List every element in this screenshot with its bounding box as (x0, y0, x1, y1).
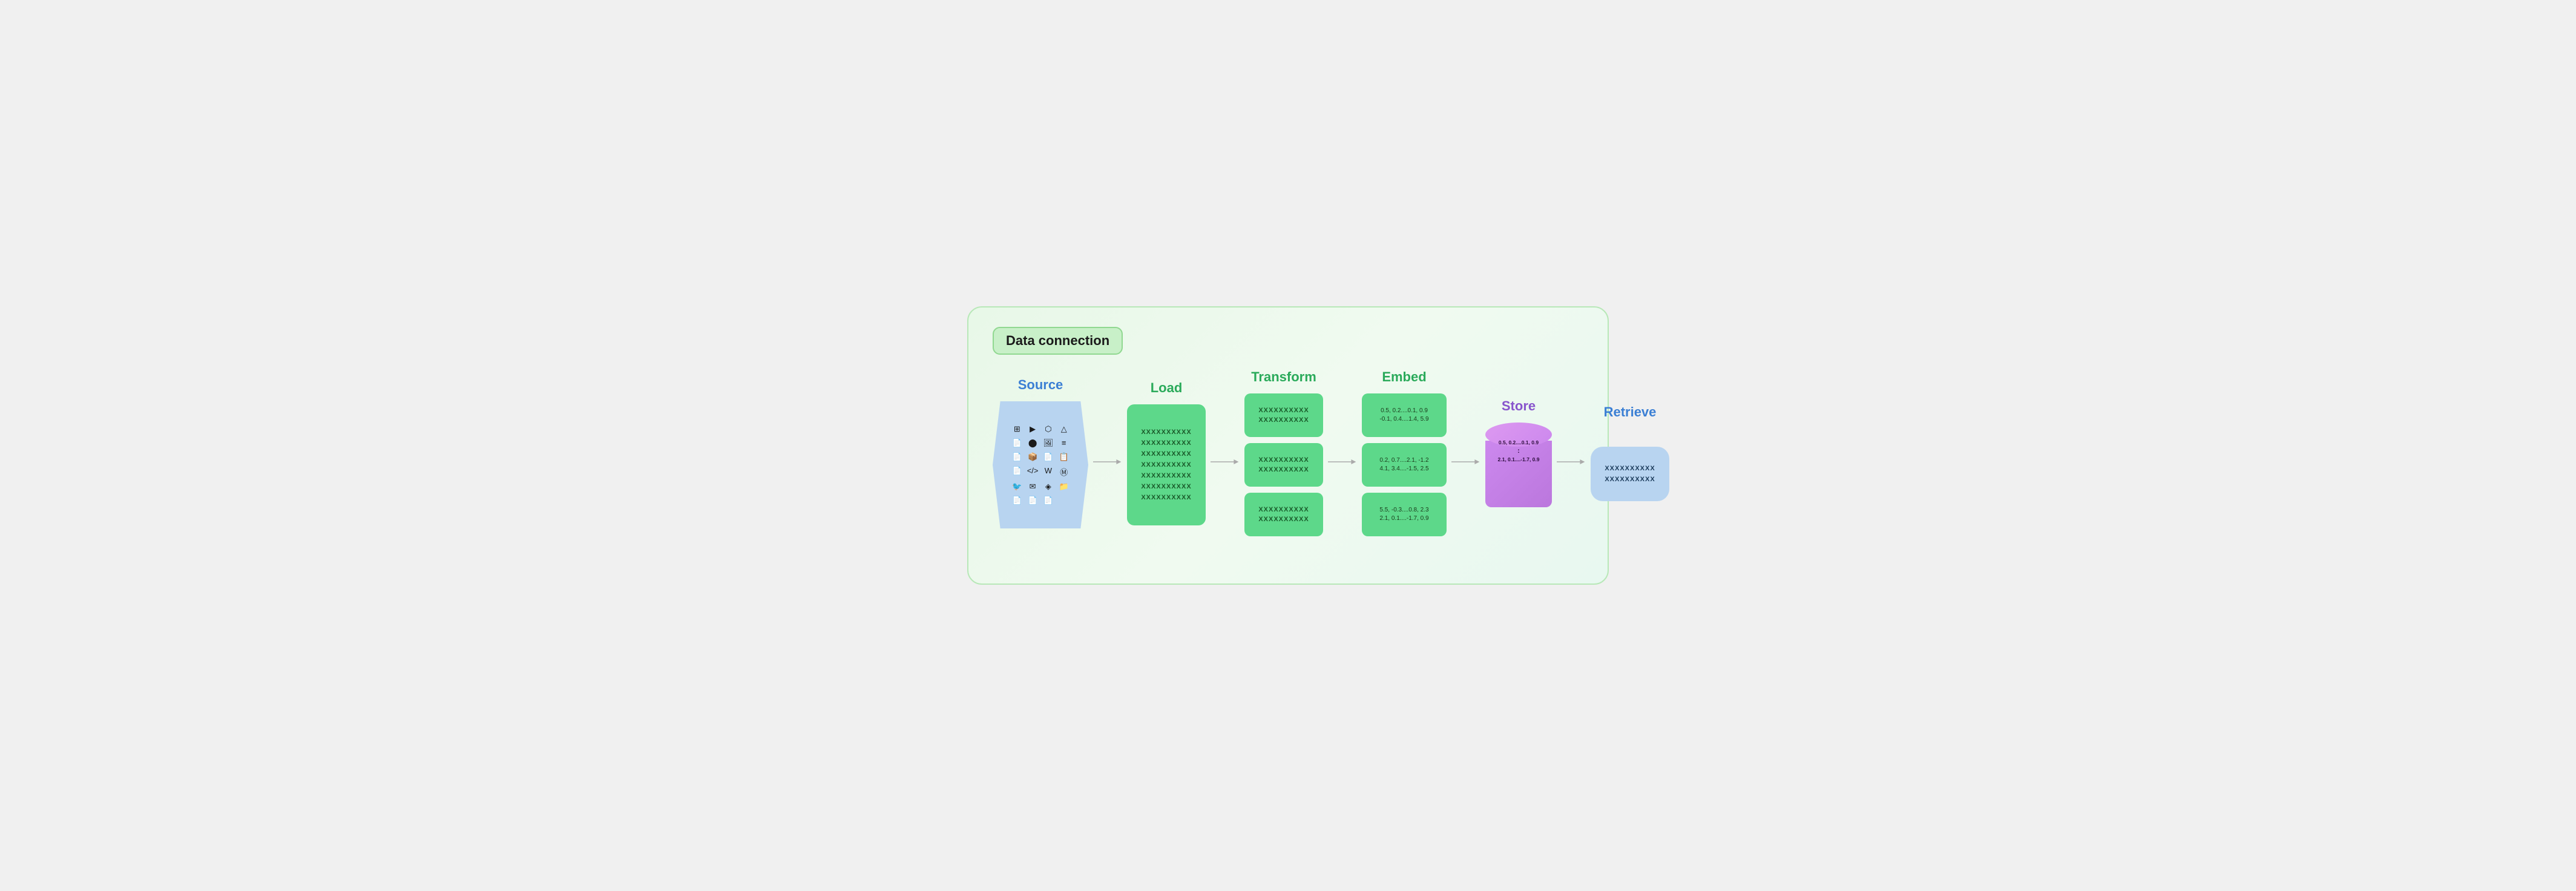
stage-source: Source ⊞ ▶ ⬡ △ 📄 ⬤ 🖼 ≡ 📄 📦 📄 (993, 377, 1088, 528)
retrieve-box: XXXXXXXXXX XXXXXXXXXX (1591, 447, 1669, 501)
transform-stack: XXXXXXXXXX XXXXXXXXXX XXXXXXXXXX XXXXXXX… (1244, 393, 1323, 536)
title-badge: Data connection (993, 327, 1123, 355)
embed-label: Embed (1382, 369, 1426, 385)
arrow-embed-store (1447, 455, 1485, 469)
arrow-source-load (1088, 455, 1127, 469)
source-shape: ⊞ ▶ ⬡ △ 📄 ⬤ 🖼 ≡ 📄 📦 📄 📋 📄 </> (993, 401, 1088, 528)
embed-box-3: 5.5, -0.3....0.8, 2.3 2.1, 0.1....-1.7, … (1362, 493, 1447, 536)
source-label: Source (1018, 377, 1063, 393)
transform-box-3: XXXXXXXXXX XXXXXXXXXX (1244, 493, 1323, 536)
icon-grid: ⊞ (1011, 424, 1023, 434)
stage-load: Load XXXXXXXXXX XXXXXXXXXX XXXXXXXXXX XX… (1127, 380, 1206, 525)
load-label: Load (1151, 380, 1183, 396)
transform-box-1: XXXXXXXXXX XXXXXXXXXX (1244, 393, 1323, 437)
transform-box-2: XXXXXXXXXX XXXXXXXXXX (1244, 443, 1323, 487)
store-cylinder: 0.5, 0.2....0.1, 0.9 : 2.1, 0.1....-1.7,… (1485, 422, 1552, 507)
stage-transform: Transform XXXXXXXXXX XXXXXXXXXX XXXXXXXX… (1244, 369, 1323, 536)
embed-box-2: 0.2, 0.7....2.1, -1.2 4.1, 3.4....-1.5, … (1362, 443, 1447, 487)
stage-store: Store 0.5, 0.2....0.1, 0.9 : 2.1, 0.1...… (1485, 398, 1552, 507)
embed-stack: 0.5, 0.2....0.1, 0.9 -0.1, 0.4....1.4, 5… (1362, 393, 1447, 536)
retrieve-label: Retrieve (1604, 404, 1657, 420)
arrow-load-transform (1206, 455, 1244, 469)
stage-embed: Embed 0.5, 0.2....0.1, 0.9 -0.1, 0.4....… (1362, 369, 1447, 536)
arrow-transform-embed (1323, 455, 1362, 469)
transform-label: Transform (1251, 369, 1316, 385)
store-label: Store (1502, 398, 1536, 414)
pipeline: Source ⊞ ▶ ⬡ △ 📄 ⬤ 🖼 ≡ 📄 📦 📄 (993, 369, 1583, 536)
main-container: Data connection Source ⊞ ▶ ⬡ △ 📄 ⬤ 🖼 ≡ (967, 306, 1609, 585)
title-text: Data connection (1006, 333, 1109, 348)
stage-retrieve: Retrieve XXXXXXXXXX XXXXXXXXXX (1591, 404, 1669, 501)
load-box: XXXXXXXXXX XXXXXXXXXX XXXXXXXXXX XXXXXXX… (1127, 404, 1206, 525)
arrow-store-retrieve (1552, 455, 1591, 469)
cylinder-text: 0.5, 0.2....0.1, 0.9 : 2.1, 0.1....-1.7,… (1485, 439, 1552, 462)
embed-box-1: 0.5, 0.2....0.1, 0.9 -0.1, 0.4....1.4, 5… (1362, 393, 1447, 437)
